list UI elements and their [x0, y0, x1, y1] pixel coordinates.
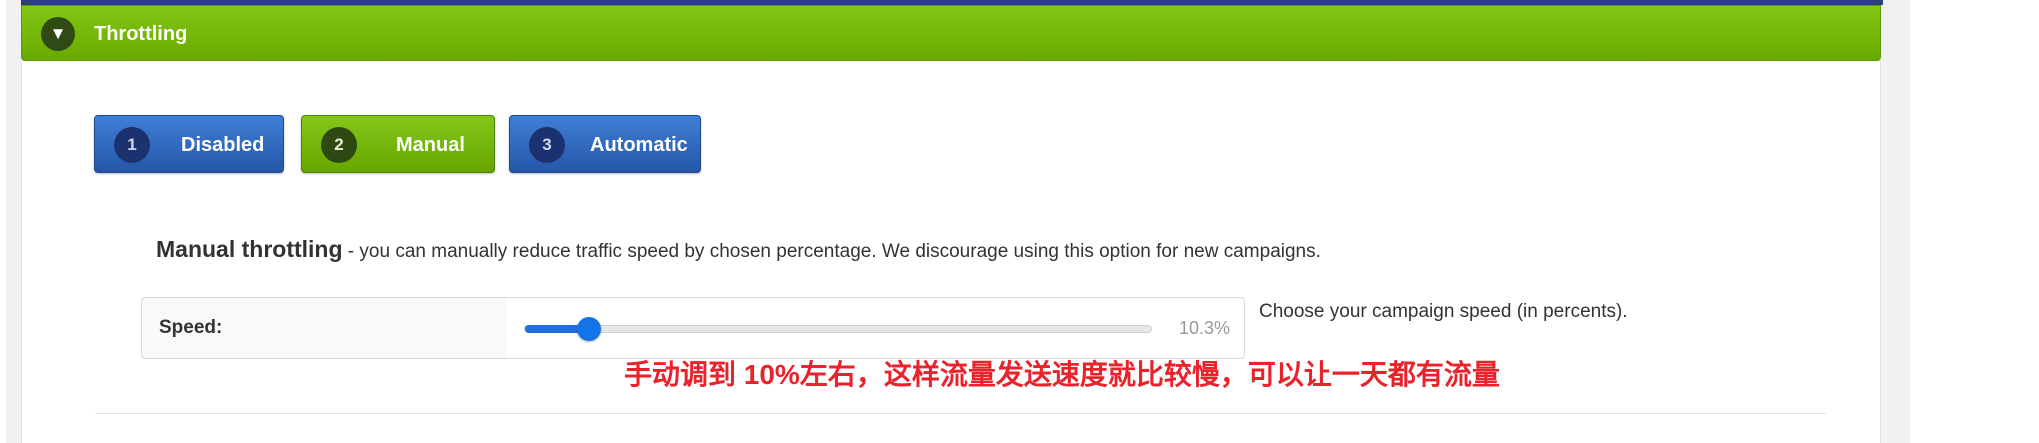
speed-label: Speed: — [159, 317, 223, 338]
mode-label: Automatic — [590, 134, 688, 156]
speed-slider-track[interactable] — [524, 317, 1152, 341]
speed-slider-handle[interactable] — [577, 317, 601, 341]
mode-manual-button[interactable]: 2 Manual — [301, 115, 495, 173]
mode-number-badge: 3 — [529, 127, 565, 163]
speed-value: 10.3% — [1178, 318, 1230, 338]
mode-label: Disabled — [181, 134, 265, 156]
mode-label: Manual — [396, 134, 465, 156]
mode-automatic-button[interactable]: 3 Automatic — [509, 115, 701, 173]
annotation-note: 手动调到 10%左右，这样流量发送速度就比较慢，可以让一天都有流量 — [624, 359, 1500, 390]
mode-number-badge: 1 — [114, 127, 150, 163]
throttling-panel-header[interactable]: ▼ Throttling — [21, 5, 1881, 61]
mode-number-badge: 2 — [321, 127, 357, 163]
speed-control: Speed: 10.3% — [141, 297, 1245, 359]
description-heading: Manual throttling — [156, 236, 343, 262]
page-margin-left — [0, 0, 6, 443]
speed-help-text: Choose your campaign speed (in percents)… — [1259, 301, 1628, 322]
panel-title: Throttling — [94, 23, 188, 45]
mode-disabled-button[interactable]: 1 Disabled — [94, 115, 284, 173]
page-margin-right — [1910, 0, 2039, 443]
description-text: - you can manually reduce traffic speed … — [342, 241, 1321, 262]
collapse-triangle-icon[interactable]: ▼ — [41, 17, 75, 51]
manual-throttling-description: Manual throttling - you can manually red… — [156, 236, 1321, 263]
section-divider — [95, 413, 1826, 414]
speed-label-cell: Speed: — [142, 298, 507, 358]
